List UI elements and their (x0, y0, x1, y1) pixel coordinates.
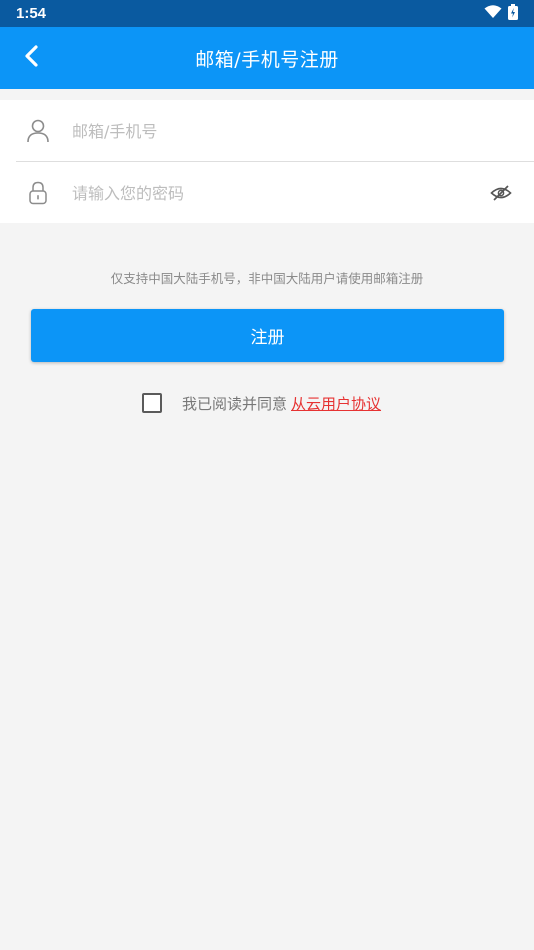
eye-off-icon[interactable] (488, 180, 514, 206)
register-form (0, 100, 534, 223)
user-agreement-link[interactable]: 从云用户协议 (291, 393, 381, 414)
status-time: 1:54 (16, 5, 47, 22)
user-icon (26, 118, 50, 144)
password-input[interactable] (72, 176, 474, 210)
agreement-row: 我已阅读并同意 从云用户协议 (142, 391, 381, 415)
register-button[interactable]: 注册 (31, 309, 504, 362)
status-icons (484, 3, 518, 24)
password-field-row (0, 162, 534, 223)
app-bar: 邮箱/手机号注册 (0, 27, 534, 89)
phone-hint-text: 仅支持中国大陆手机号，非中国大陆用户请使用邮箱注册 (110, 271, 424, 286)
wifi-icon (484, 4, 502, 23)
agreement-checkbox[interactable] (142, 393, 162, 413)
page-title: 邮箱/手机号注册 (195, 48, 339, 71)
account-input[interactable] (72, 114, 474, 148)
account-field-row (0, 100, 534, 161)
agreement-text: 我已阅读并同意 (182, 394, 288, 413)
battery-icon (508, 3, 518, 24)
lock-icon (26, 180, 50, 206)
status-bar: 1:54 (0, 0, 534, 27)
